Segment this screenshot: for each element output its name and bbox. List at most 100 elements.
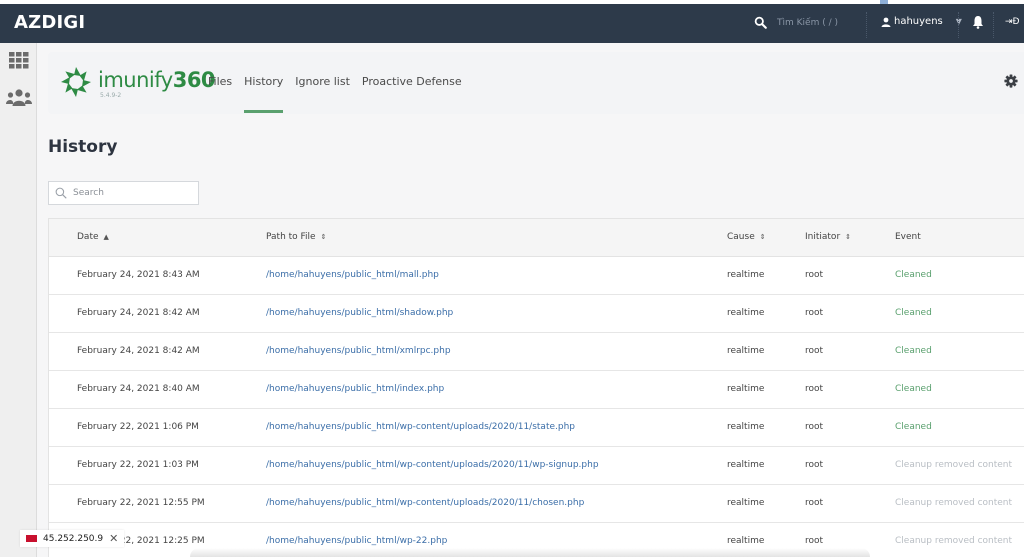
bell-icon[interactable] <box>972 15 984 29</box>
initiator-cell: root <box>805 536 824 546</box>
divider <box>958 12 959 38</box>
divider <box>993 12 994 38</box>
cause-cell: realtime <box>727 460 765 470</box>
imunify-logo-text: imunify360 <box>98 68 216 92</box>
tab-history[interactable]: History <box>244 75 284 113</box>
file-path-link[interactable]: /home/hahuyens/public_html/mall.php <box>266 270 439 280</box>
date-cell: February 24, 2021 8:43 AM <box>77 270 200 280</box>
page-title: History <box>48 137 118 157</box>
event-status: Cleaned <box>895 384 932 394</box>
file-path-link[interactable]: /home/hahuyens/public_html/wp-content/up… <box>266 498 584 508</box>
column-header-event: Event <box>895 232 921 242</box>
username: hahuyens <box>894 16 943 27</box>
date-cell: February 24, 2021 8:40 AM <box>77 384 200 394</box>
date-cell: February 24, 2021 8:42 AM <box>77 308 200 318</box>
logout-button[interactable]: ⇥Đ <box>1005 17 1020 27</box>
event-status: Cleaned <box>895 346 932 356</box>
event-status: Cleaned <box>895 422 932 432</box>
table-row: February 22, 2021 1:06 PM/home/hahuyens/… <box>49 409 1024 447</box>
logo-text-light: imunify <box>98 68 173 92</box>
column-header-initiator[interactable]: Initiator ⇕ <box>805 232 851 242</box>
logout-icon: ⇥ <box>1005 17 1013 27</box>
file-path-link[interactable]: /home/hahuyens/public_html/shadow.php <box>266 308 453 318</box>
column-header-date[interactable]: Date ▲ <box>77 232 109 242</box>
bottom-shadow-overlay <box>190 548 870 557</box>
table-body: February 24, 2021 8:43 AM/home/hahuyens/… <box>49 257 1024 557</box>
column-label: Date <box>77 232 99 242</box>
file-path-link[interactable]: /home/hahuyens/public_html/wp-content/up… <box>266 460 599 470</box>
sort-asc-icon: ▲ <box>103 233 109 241</box>
cause-cell: realtime <box>727 422 765 432</box>
global-search[interactable]: Tìm Kiếm ( / ) <box>754 16 838 29</box>
user-icon <box>881 17 891 27</box>
cause-cell: realtime <box>727 498 765 508</box>
column-label: Path to File <box>266 232 316 242</box>
table-row: February 24, 2021 8:43 AM/home/hahuyens/… <box>49 257 1024 295</box>
ip-address-badge: 45.252.250.9 ✕ <box>20 530 125 547</box>
date-cell: February 24, 2021 8:42 AM <box>77 346 200 356</box>
event-status: Cleaned <box>895 270 932 280</box>
cause-cell: realtime <box>727 346 765 356</box>
tab-proactive-defense[interactable]: Proactive Defense <box>362 75 462 88</box>
apps-grid-icon[interactable] <box>9 52 29 69</box>
cause-cell: realtime <box>727 536 765 546</box>
column-label: Initiator <box>805 232 841 242</box>
column-header-path[interactable]: Path to File ⇕ <box>266 232 326 242</box>
initiator-cell: root <box>805 498 824 508</box>
date-cell: February 22, 2021 12:55 PM <box>77 498 205 508</box>
brand-logo[interactable]: AZDIGI <box>14 12 85 33</box>
file-path-link[interactable]: /home/hahuyens/public_html/index.php <box>266 384 444 394</box>
column-header-cause[interactable]: Cause ⇕ <box>727 232 766 242</box>
gear-icon[interactable] <box>1004 74 1018 88</box>
global-search-placeholder[interactable]: Tìm Kiếm ( / ) <box>777 18 838 28</box>
table-row: February 22, 2021 12:55 PM/home/hahuyens… <box>49 485 1024 523</box>
initiator-cell: root <box>805 422 824 432</box>
sort-icon: ⇕ <box>320 233 327 241</box>
date-cell: February 22, 2021 1:06 PM <box>77 422 199 432</box>
sort-icon: ⇕ <box>759 233 766 241</box>
file-path-link[interactable]: /home/hahuyens/public_html/wp-content/up… <box>266 422 575 432</box>
date-cell: February 22, 2021 1:03 PM <box>77 460 199 470</box>
initiator-cell: root <box>805 308 824 318</box>
sort-icon: ⇕ <box>845 233 852 241</box>
event-status: Cleanup removed content <box>895 460 1013 470</box>
tab-ignore-list[interactable]: Ignore list <box>295 75 350 88</box>
table-row: February 22, 2021 1:03 PM/home/hahuyens/… <box>49 447 1024 485</box>
close-icon[interactable]: ✕ <box>109 532 118 545</box>
tab-files[interactable]: Files <box>208 75 232 88</box>
logout-label: Đ <box>1012 17 1020 27</box>
ip-address: 45.252.250.9 <box>43 533 104 544</box>
users-group-icon[interactable] <box>6 89 32 107</box>
divider <box>866 12 867 38</box>
cause-cell: realtime <box>727 308 765 318</box>
imunify-header-panel: imunify360 5.4.9-2 Files History Ignore … <box>48 52 1024 114</box>
column-label: Event <box>895 232 921 242</box>
table-row: February 24, 2021 8:42 AM/home/hahuyens/… <box>49 333 1024 371</box>
imunify-logo-icon <box>61 67 91 97</box>
column-label: Cause <box>727 232 755 242</box>
history-table: Date ▲ Path to File ⇕ Cause ⇕ Initiator ⇕ Ev… <box>48 218 1024 557</box>
cause-cell: realtime <box>727 270 765 280</box>
table-row: February 24, 2021 8:40 AM/home/hahuyens/… <box>49 371 1024 409</box>
table-row: February 24, 2021 8:42 AM/home/hahuyens/… <box>49 295 1024 333</box>
user-menu[interactable]: hahuyens ▼ <box>881 16 962 27</box>
top-navbar: AZDIGI Tìm Kiếm ( / ) hahuyens ▼ ⇥Đ <box>0 4 1024 43</box>
table-header: Date ▲ Path to File ⇕ Cause ⇕ Initiator ⇕ Ev… <box>49 219 1024 257</box>
plugin-tabs: Files History Ignore list Proactive Defe… <box>208 75 474 113</box>
initiator-cell: root <box>805 270 824 280</box>
history-search-input[interactable] <box>73 188 193 198</box>
initiator-cell: root <box>805 384 824 394</box>
left-sidebar <box>0 43 37 557</box>
file-path-link[interactable]: /home/hahuyens/public_html/xmlrpc.php <box>266 346 451 356</box>
initiator-cell: root <box>805 460 824 470</box>
event-status: Cleanup removed content <box>895 498 1013 508</box>
search-icon <box>754 16 767 29</box>
file-path-link[interactable]: /home/hahuyens/public_html/wp-22.php <box>266 536 447 546</box>
initiator-cell: root <box>805 346 824 356</box>
cause-cell: realtime <box>727 384 765 394</box>
version-label: 5.4.9-2 <box>100 92 122 99</box>
search-icon <box>55 187 67 199</box>
event-status: Cleaned <box>895 308 932 318</box>
history-search-field[interactable] <box>48 181 199 205</box>
event-status: Cleanup removed content <box>895 536 1013 546</box>
